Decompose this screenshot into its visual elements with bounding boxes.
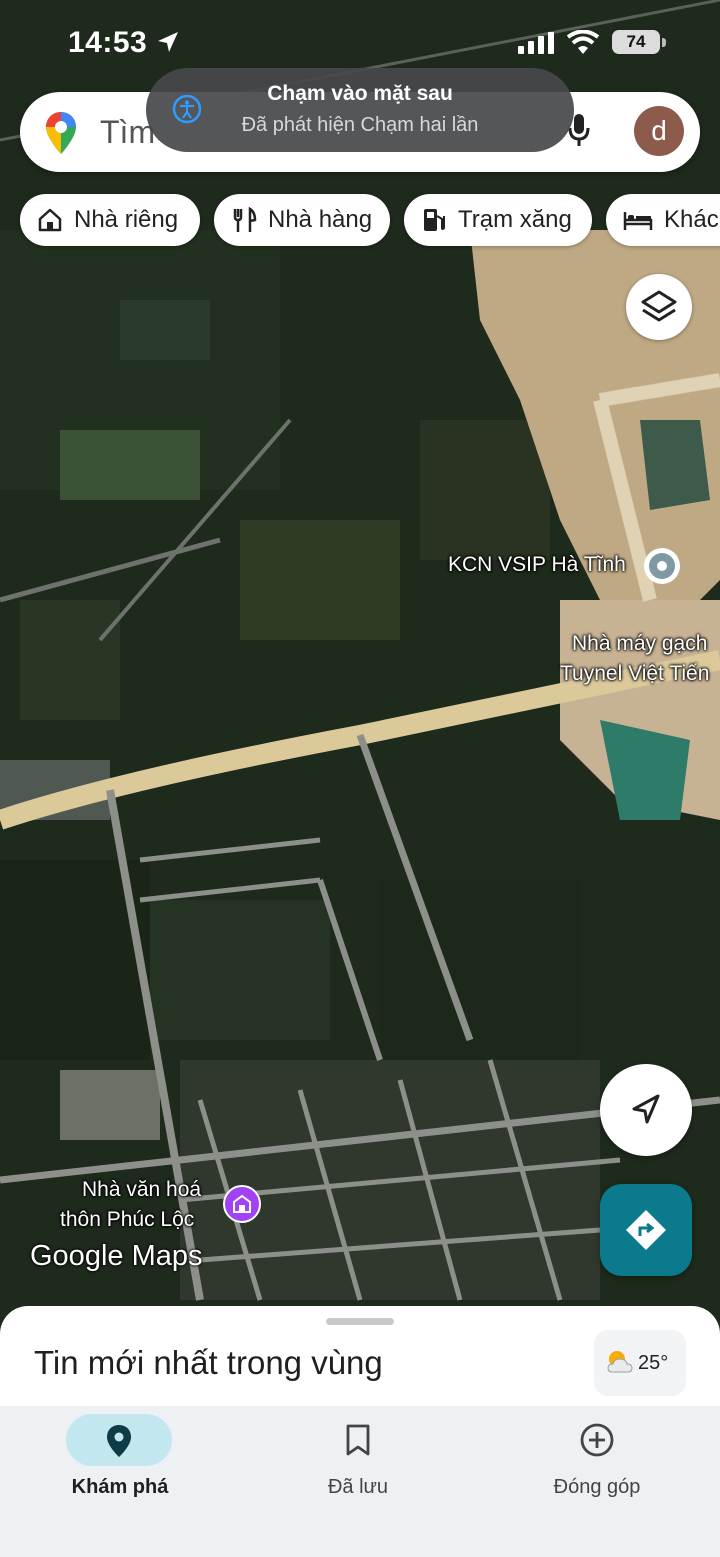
- tab-explore[interactable]: Khám phá: [0, 1406, 240, 1526]
- weather-chip[interactable]: 25°: [594, 1330, 686, 1396]
- location-marker-icon[interactable]: [642, 546, 682, 586]
- cell-signal-icon: [518, 32, 554, 54]
- my-location-button[interactable]: [600, 1064, 692, 1156]
- chip-hotel-label: Khách: [664, 206, 720, 233]
- navigation-arrow-icon: [632, 1094, 660, 1124]
- explore-pin-icon: [107, 1425, 131, 1457]
- bookmark-icon: [346, 1424, 370, 1456]
- tab-saved-label: Đã lưu: [327, 1476, 389, 1498]
- google-maps-logo: Google Maps: [30, 1240, 203, 1272]
- tab-saved[interactable]: Đã lưu: [238, 1406, 478, 1526]
- restaurant-icon: [233, 206, 257, 232]
- poi-label-factory-line1[interactable]: Nhà máy gạch: [572, 632, 707, 656]
- weather-temperature: 25°: [638, 1352, 669, 1374]
- home-icon: [38, 208, 62, 232]
- tab-contribute-label: Đóng góp: [553, 1476, 641, 1498]
- wifi-icon: [566, 30, 600, 54]
- hotel-icon: [623, 212, 653, 230]
- toast-title: Chạm vào mặt sau: [267, 82, 453, 105]
- avatar[interactable]: d: [634, 106, 684, 156]
- layers-icon: [641, 290, 677, 322]
- tab-explore-label: Khám phá: [71, 1476, 169, 1498]
- partly-cloudy-icon: [607, 1351, 633, 1373]
- landmark-marker-icon[interactable]: [222, 1184, 262, 1224]
- layers-button[interactable]: [626, 274, 692, 340]
- directions-icon: [626, 1210, 666, 1250]
- poi-label-kcn[interactable]: KCN VSIP Hà Tĩnh: [448, 553, 626, 577]
- poi-label-culture-line2[interactable]: thôn Phúc Lộc: [60, 1208, 194, 1232]
- location-services-icon: [158, 32, 178, 52]
- sheet-drag-handle[interactable]: [326, 1318, 394, 1325]
- chip-gas-station[interactable]: Trạm xăng: [404, 194, 592, 246]
- bottom-navigation: Khám phá Đã lưu Đóng góp: [0, 1406, 720, 1557]
- google-maps-pin-icon: [46, 112, 76, 154]
- chip-restaurant-label: Nhà hàng: [268, 206, 373, 233]
- bottom-sheet[interactable]: Tin mới nhất trong vùng 25°: [0, 1306, 720, 1406]
- add-circle-icon: [580, 1423, 614, 1457]
- chip-hotel[interactable]: Khách: [606, 194, 720, 246]
- category-chips: Nhà riêng Nhà hàng Trạm xăng Khách: [20, 194, 720, 248]
- battery-tip: [662, 38, 666, 47]
- poi-label-culture-line1[interactable]: Nhà văn hoá: [82, 1178, 201, 1202]
- sheet-title: Tin mới nhất trong vùng: [34, 1344, 383, 1381]
- toast-subtitle: Đã phát hiện Chạm hai lần: [241, 114, 479, 136]
- accessibility-toast: Chạm vào mặt sau Đã phát hiện Chạm hai l…: [146, 68, 574, 152]
- directions-button[interactable]: [600, 1184, 692, 1276]
- status-time: 14:53: [68, 26, 148, 59]
- chip-gas-station-label: Trạm xăng: [458, 206, 572, 233]
- tab-contribute[interactable]: Đóng góp: [477, 1406, 717, 1526]
- chip-home[interactable]: Nhà riêng: [20, 194, 200, 246]
- poi-label-factory-line2[interactable]: Tuynel Việt Tiến: [560, 662, 709, 686]
- battery-indicator: 74: [612, 30, 660, 54]
- gas-station-icon: [424, 209, 445, 231]
- chip-home-label: Nhà riêng: [74, 206, 179, 233]
- chip-restaurant[interactable]: Nhà hàng: [214, 194, 390, 246]
